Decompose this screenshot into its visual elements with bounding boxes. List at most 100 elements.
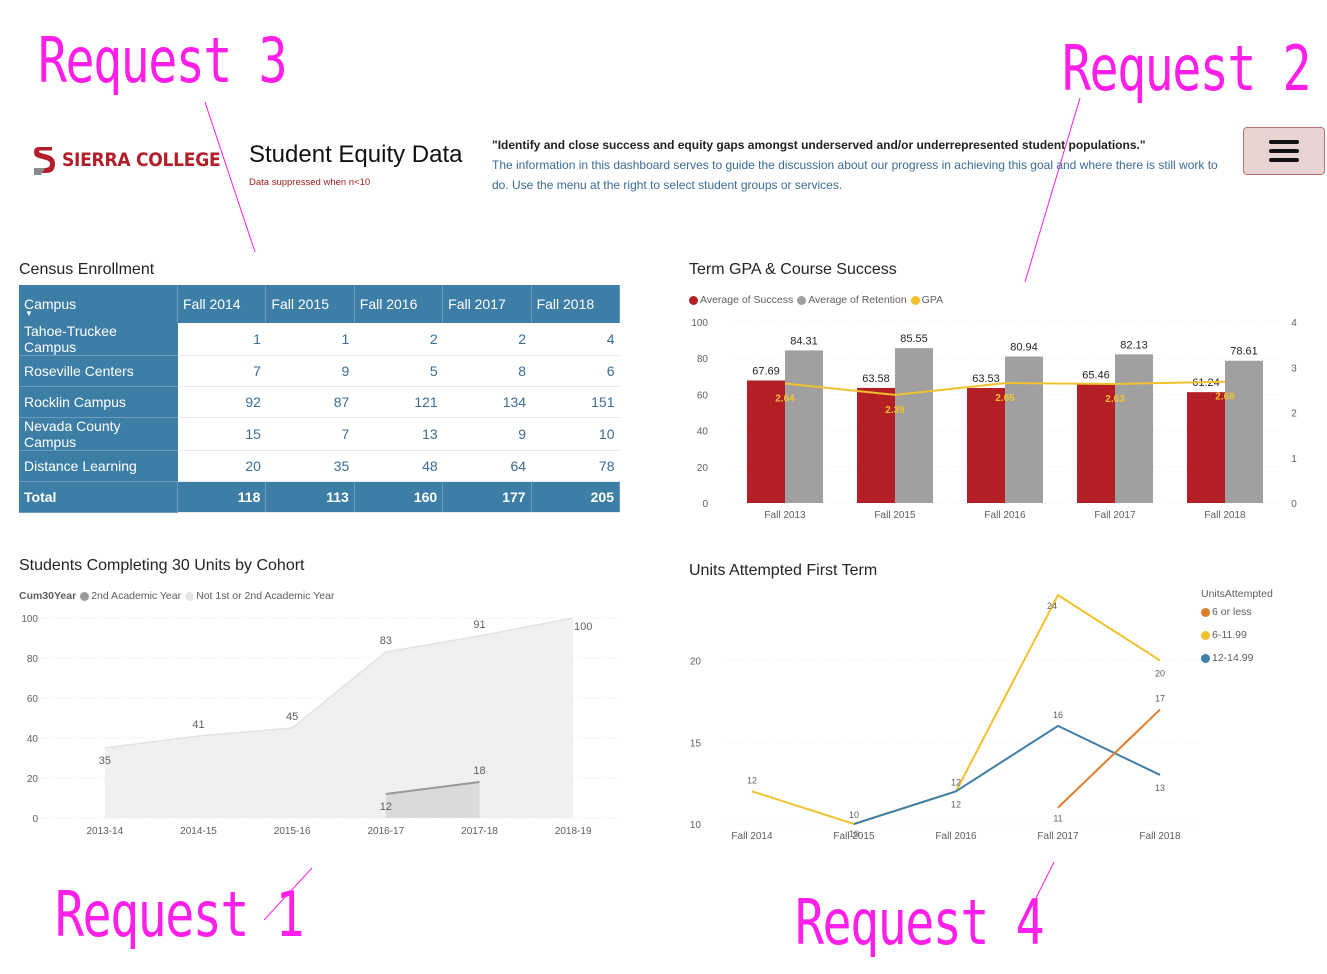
legend-retention[interactable]: Average of Retention <box>797 294 907 306</box>
legend-6-or-less[interactable]: 6 or less <box>1201 601 1273 624</box>
line-6-11[interactable] <box>751 593 1161 826</box>
table-cell[interactable]: 9 <box>442 417 532 451</box>
y2-tick-label: 2 <box>1291 409 1297 420</box>
total-cell: 177 <box>442 481 532 513</box>
legend-label: GPA <box>921 294 944 306</box>
column-header-fall-2014[interactable]: Fall 2014 <box>177 285 267 323</box>
legend-dot-12-14 <box>1201 653 1210 663</box>
line-12-14[interactable] <box>853 724 1161 825</box>
total-cell: 113 <box>265 481 355 513</box>
x-tick-label: 2017-18 <box>461 826 498 837</box>
row-header-campus[interactable]: Tahoe-Truckee Campus <box>19 323 178 356</box>
table-cell[interactable]: 78 <box>531 450 620 482</box>
units-legend: UnitsAttempted 6 or less 6-11.99 12-14.9… <box>1201 587 1273 670</box>
table-row: Nevada County Campus 15 7 13 9 10 <box>19 417 620 451</box>
legend-not-1st-2nd[interactable]: Not 1st or 2nd Academic Year <box>185 590 334 602</box>
legend-gpa[interactable]: GPA <box>910 294 944 306</box>
census-table: Campus ▼ Fall 2014 Fall 2015 Fall 2016 Fa… <box>19 285 621 513</box>
row-header-campus[interactable]: Nevada County Campus <box>19 417 178 451</box>
table-cell[interactable]: 4 <box>531 323 620 356</box>
legend-12-14[interactable]: 12-14.99 <box>1201 647 1273 670</box>
cum30-chart: 0 20 40 60 80 100 2013-14 2014-15 2015-16 2016-17… <box>21 614 620 837</box>
data-label-2nd-year: 12 <box>380 801 392 813</box>
bar-retention[interactable] <box>1115 354 1153 503</box>
x-tick-label: Fall 2018 <box>1204 510 1246 521</box>
y-tick-label: 20 <box>697 463 709 474</box>
data-label: 20 <box>1155 669 1165 679</box>
bar-success[interactable] <box>967 388 1005 503</box>
column-header-campus[interactable]: Campus ▼ <box>19 285 178 323</box>
table-cell[interactable]: 87 <box>265 386 355 418</box>
bar-success[interactable] <box>1187 392 1225 503</box>
table-cell[interactable]: 1 <box>265 323 355 356</box>
data-label-not-1st-2nd: 100 <box>574 621 592 633</box>
table-cell[interactable]: 48 <box>354 450 443 482</box>
table-cell[interactable]: 13 <box>354 417 443 451</box>
table-cell[interactable]: 20 <box>177 450 266 482</box>
gpa-chart-title: Term GPA & Course Success <box>689 261 897 278</box>
table-cell[interactable]: 9 <box>265 355 355 387</box>
table-cell[interactable]: 151 <box>531 386 620 418</box>
area-not-1st-2nd[interactable] <box>104 618 574 818</box>
bar-retention[interactable] <box>895 348 933 503</box>
data-label-not-1st-2nd: 45 <box>286 711 298 723</box>
legend-2nd-year[interactable]: 2nd Academic Year <box>80 590 181 602</box>
x-tick-label: Fall 2016 <box>984 510 1026 521</box>
data-label: 12 <box>951 799 961 809</box>
bar-retention[interactable] <box>1005 356 1043 503</box>
y-tick-label: 40 <box>27 734 39 745</box>
table-cell[interactable]: 8 <box>442 355 532 387</box>
table-cell[interactable]: 15 <box>177 417 266 451</box>
y2-tick-label: 1 <box>1291 454 1297 465</box>
legend-dot-2nd-year <box>80 591 90 601</box>
table-cell[interactable]: 1 <box>177 323 266 356</box>
column-header-fall-2016[interactable]: Fall 2016 <box>354 285 444 323</box>
table-cell[interactable]: 64 <box>442 450 532 482</box>
bar-retention[interactable] <box>1225 360 1263 503</box>
y-tick-label: 80 <box>27 654 39 665</box>
row-header-campus[interactable]: Rocklin Campus <box>19 386 178 418</box>
menu-button[interactable] <box>1243 127 1325 175</box>
legend-success[interactable]: Average of Success <box>689 294 793 306</box>
table-cell[interactable]: 92 <box>177 386 266 418</box>
legend-label: Average of Success <box>700 294 794 306</box>
column-header-fall-2017[interactable]: Fall 2017 <box>442 285 532 323</box>
bar-retention[interactable] <box>785 350 823 503</box>
page-title: Student Equity Data <box>249 141 463 168</box>
y-tick-label: 40 <box>697 427 709 438</box>
y2-tick-label: 4 <box>1291 318 1297 329</box>
logo-text: SIERRA COLLEGE <box>62 149 221 171</box>
data-label-gpa: 2.63 <box>1105 394 1125 405</box>
table-cell[interactable]: 35 <box>265 450 355 482</box>
x-tick-label: Fall 2014 <box>731 831 773 842</box>
line-6-or-less[interactable] <box>1057 708 1161 809</box>
data-label-success: 63.58 <box>862 373 890 385</box>
row-header-campus[interactable]: Roseville Centers <box>19 355 178 387</box>
legend-6-11[interactable]: 6-11.99 <box>1201 624 1273 647</box>
row-header-campus[interactable]: Distance Learning <box>19 450 178 482</box>
legend-label: 12-14.99 <box>1212 652 1254 664</box>
table-cell[interactable]: 10 <box>531 417 620 451</box>
goal-quote: "Identify and close success and equity g… <box>492 138 1146 152</box>
table-cell[interactable]: 7 <box>265 417 355 451</box>
data-label-not-1st-2nd: 83 <box>380 635 392 647</box>
table-cell[interactable]: 7 <box>177 355 266 387</box>
cum30-legend: Cum30Year 2nd Academic Year Not 1st or 2… <box>19 590 334 602</box>
table-cell[interactable]: 134 <box>442 386 532 418</box>
table-cell[interactable]: 121 <box>354 386 443 418</box>
x-tick-label: Fall 2017 <box>1094 510 1136 521</box>
x-tick-label: Fall 2016 <box>935 831 977 842</box>
table-cell[interactable]: 5 <box>354 355 443 387</box>
table-cell[interactable]: 2 <box>442 323 532 356</box>
y-tick-label: 20 <box>27 774 39 785</box>
sort-down-icon[interactable]: ▼ <box>25 309 33 318</box>
sierra-logo-icon <box>34 147 55 175</box>
legend-title: Cum30Year <box>19 590 77 602</box>
column-header-fall-2018[interactable]: Fall 2018 <box>531 285 621 323</box>
table-cell[interactable]: 2 <box>354 323 443 356</box>
y-tick-label: 20 <box>690 657 702 668</box>
column-header-fall-2015[interactable]: Fall 2015 <box>265 285 355 323</box>
data-label: 13 <box>1155 783 1165 793</box>
legend-dot-success <box>689 295 698 305</box>
table-cell[interactable]: 6 <box>531 355 620 387</box>
